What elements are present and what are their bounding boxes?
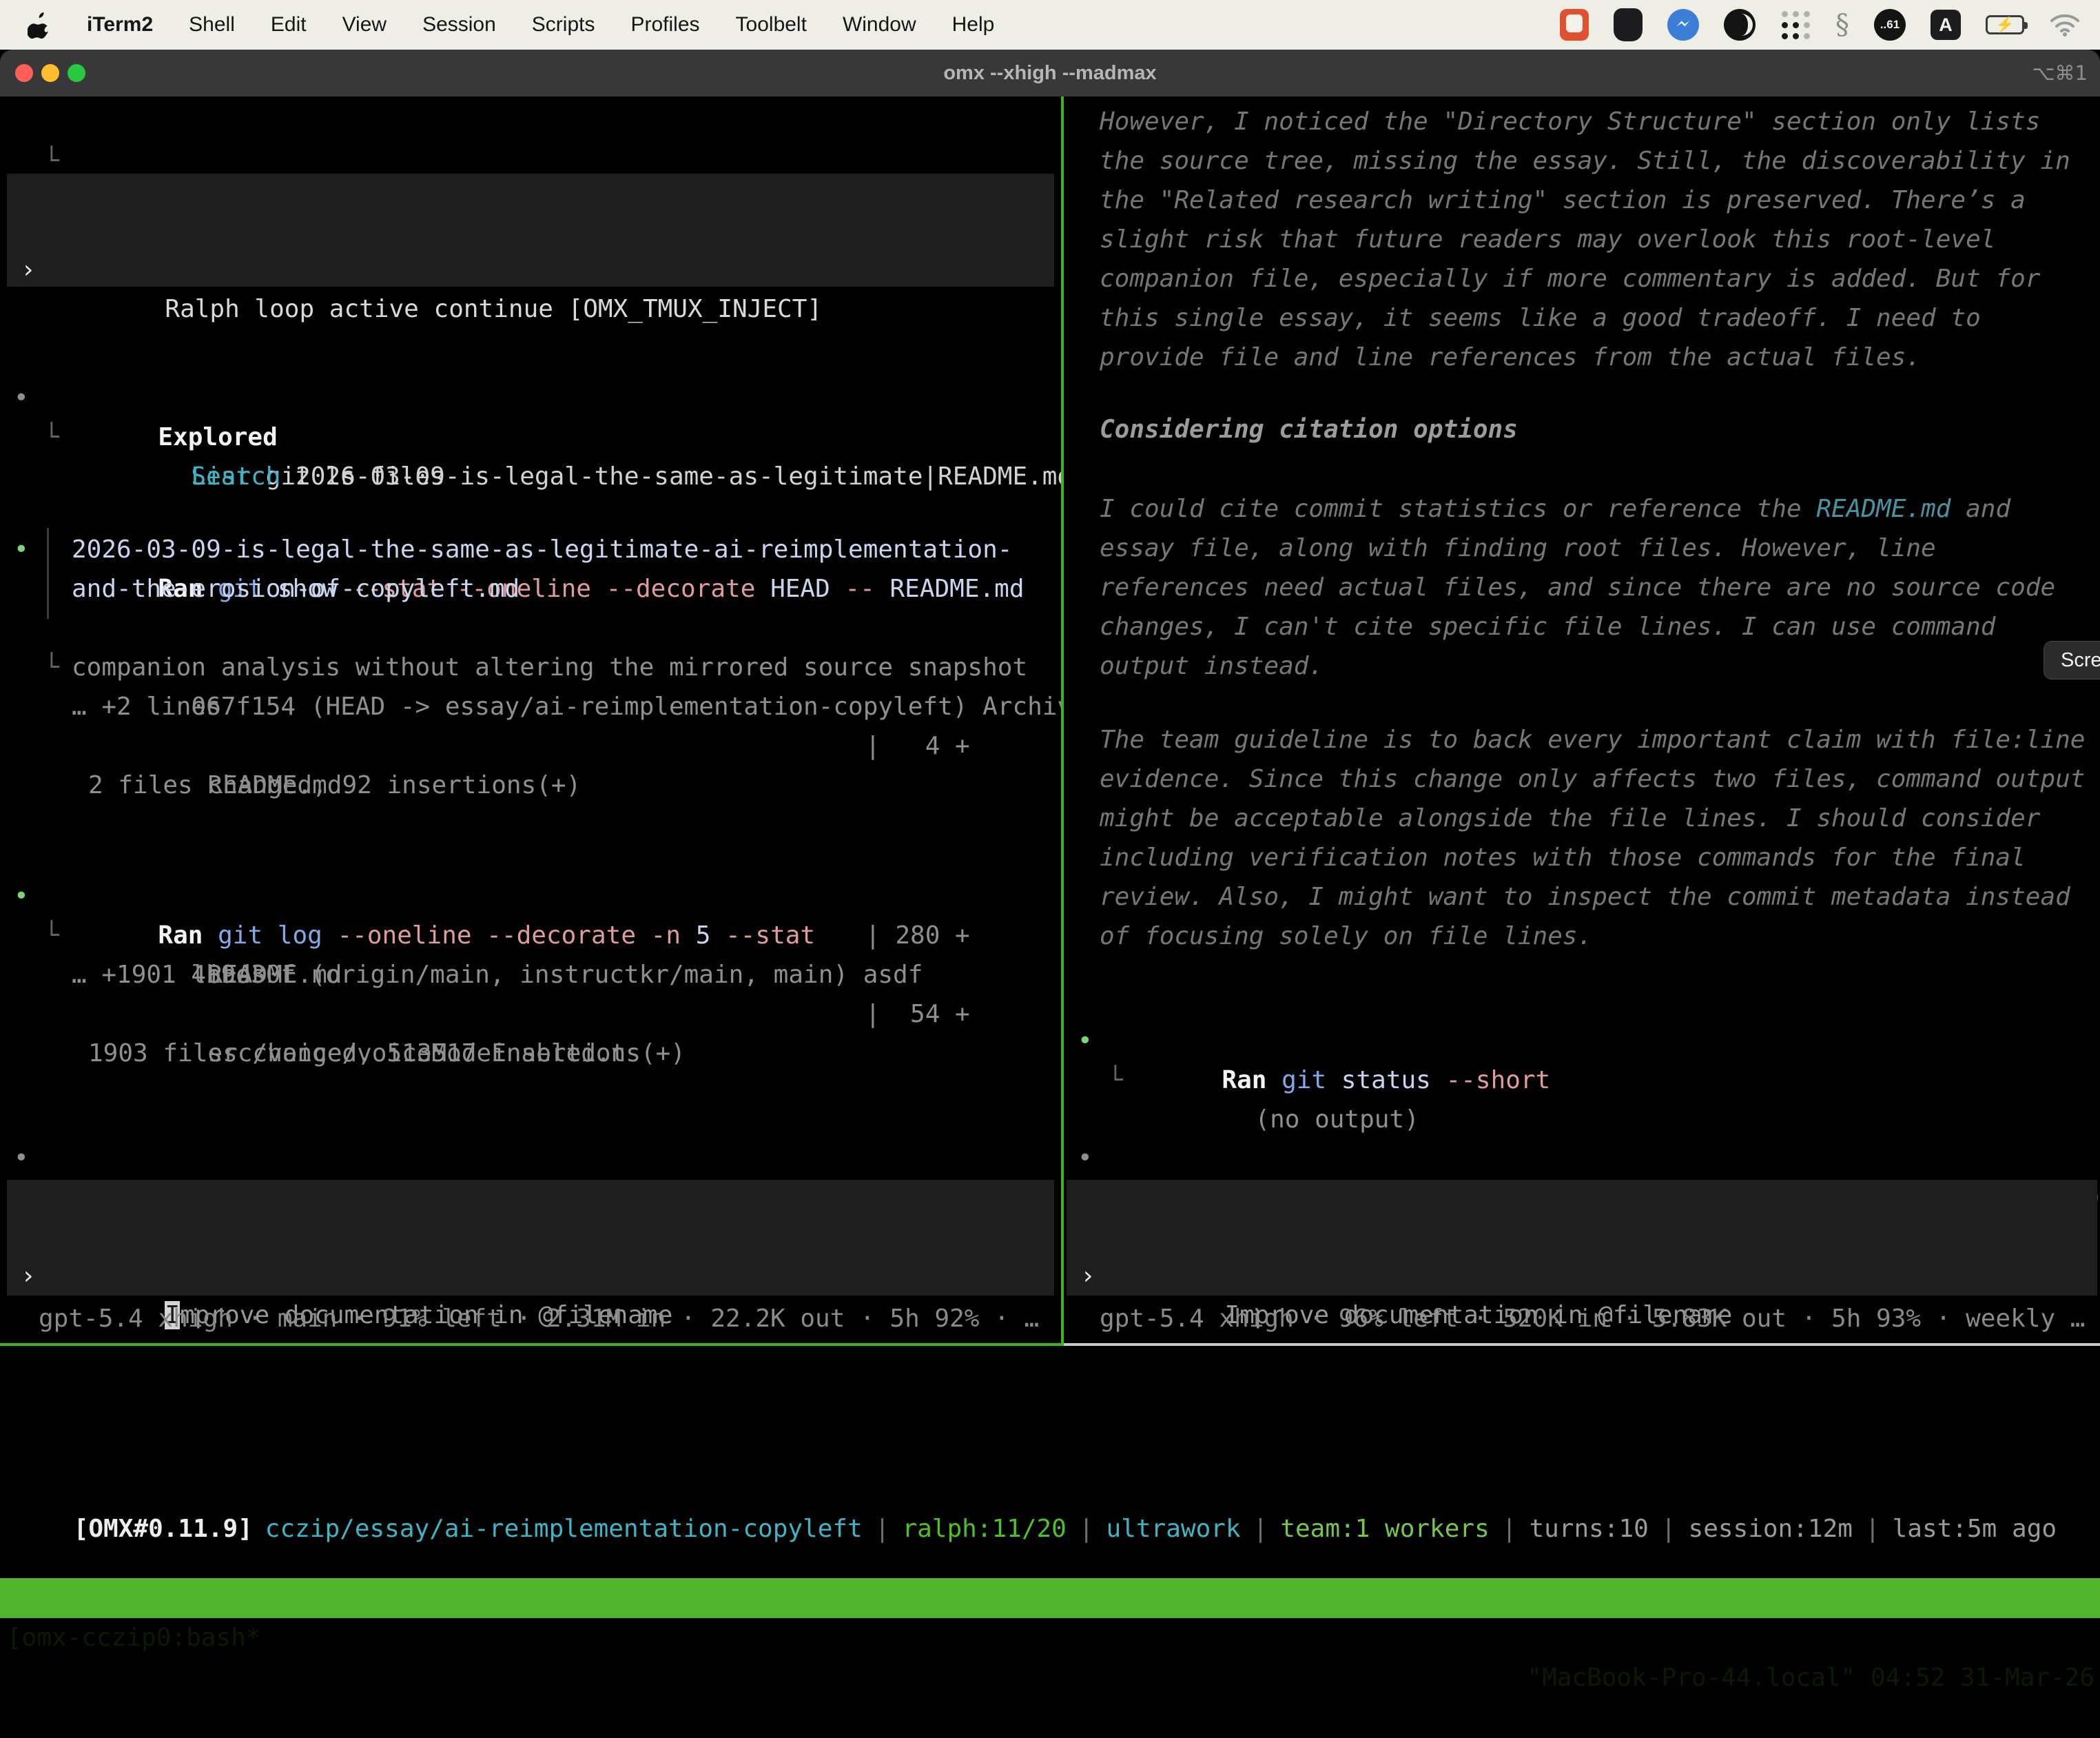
working-status-line: • Working (11m 13s • esc to interrupt) ·… bbox=[0, 1099, 1061, 1138]
tree-branch-glyph: └ bbox=[1108, 1061, 1123, 1100]
menu-item-help[interactable]: Help bbox=[952, 13, 995, 37]
omx-branch: cczip/essay/ai-reimplementation-copyleft bbox=[265, 1515, 863, 1543]
thinking-paragraph-2: I could cite commit statistics or refere… bbox=[1064, 489, 2100, 686]
thinking-heading: Considering citation options bbox=[1064, 410, 2100, 449]
messenger-icon[interactable] bbox=[1667, 9, 1699, 41]
menu-item-shell[interactable]: Shell bbox=[189, 13, 235, 37]
input-source-icon[interactable]: A bbox=[1931, 10, 1961, 40]
window-title: omx --xhigh --madmax bbox=[0, 50, 2100, 96]
prompt-arrow: › bbox=[21, 1256, 36, 1296]
thinking-paragraph-1: However, I noticed the "Directory Struct… bbox=[1064, 102, 2100, 377]
ran-git-log-section: • Ran git log --oneline --decorate -n 5 … bbox=[0, 837, 1061, 1073]
prompt-arrow: › bbox=[21, 250, 36, 289]
ralph-loop-banner: › Ralph loop active continue [OMX_TMUX_I… bbox=[7, 174, 1054, 287]
readme-link[interactable]: README.md bbox=[1816, 495, 1950, 523]
diffstat-row: README.md | 4 + bbox=[0, 726, 1061, 766]
left-terminal-pane[interactable]: └ No agents completed yet › Ralph loop a… bbox=[0, 96, 1061, 1345]
menu-item-iterm2[interactable]: iTerm2 bbox=[87, 13, 153, 37]
moon-circle-icon[interactable] bbox=[1724, 9, 1756, 41]
ran-git-show-section: • Ran git show --stat --oneline --decora… bbox=[0, 491, 1061, 805]
omx-ralph-counter: ralph:11/20 bbox=[902, 1515, 1066, 1543]
thinking-paragraph-3: The team guideline is to back every impo… bbox=[1064, 720, 2100, 956]
menu-item-view[interactable]: View bbox=[342, 13, 387, 37]
menu-bar: iTerm2 Shell Edit View Session Scripts P… bbox=[0, 0, 2100, 50]
menu-item-window[interactable]: Window bbox=[843, 13, 916, 37]
omx-last: last:5m ago bbox=[1893, 1515, 2057, 1543]
tmux-host-clock: "MacBook-Pro-44.local" 04:52 31-Mar-26 bbox=[1527, 1658, 2094, 1698]
terminal-content: └ No agents completed yet › Ralph loop a… bbox=[0, 96, 2100, 1538]
apple-logo-icon[interactable] bbox=[28, 11, 51, 39]
waiting-status-line: • Waiting for background terminal (1m 41… bbox=[1064, 1099, 2100, 1138]
omx-mode: ultrawork bbox=[1106, 1515, 1241, 1543]
model-status-right: gpt-5.4 xhigh · 96% left · 520K in · 5.8… bbox=[1064, 1299, 2100, 1338]
screen-tooltip-overlay: Scre bbox=[2044, 641, 2100, 679]
keypad-shield-icon[interactable] bbox=[1614, 8, 1643, 41]
menu-item-profiles[interactable]: Profiles bbox=[630, 13, 699, 37]
bullet-icon: • bbox=[14, 1138, 29, 1178]
omx-team: team:1 workers bbox=[1280, 1515, 1489, 1543]
window-title-bar: omx --xhigh --madmax ⌥⌘1 bbox=[0, 50, 2100, 96]
squiggle-icon[interactable]: § bbox=[1835, 9, 1849, 41]
prompt-input-left[interactable]: › Improve documentation in @filename bbox=[7, 1180, 1054, 1296]
wifi-icon[interactable] bbox=[2049, 12, 2081, 37]
menu-item-edit[interactable]: Edit bbox=[271, 13, 307, 37]
prompt-input-right[interactable]: › Improve documentation in @filename bbox=[1067, 1180, 2097, 1296]
omx-session: session:12m bbox=[1689, 1515, 1853, 1543]
omx-version: [OMX#0.11.9] bbox=[74, 1515, 265, 1543]
tmux-status-bar: [omx-cczip0:bash* "MacBook-Pro-44.local"… bbox=[0, 1578, 2100, 1618]
dots-grid-icon[interactable] bbox=[1780, 10, 1811, 40]
right-terminal-pane[interactable]: However, I noticed the "Directory Struct… bbox=[1064, 96, 2100, 1345]
tmux-session-name[interactable]: [omx-cczip0:bash* bbox=[7, 1618, 260, 1658]
model-status-left: gpt-5.4 xhigh · main · 91% left · 2.31M … bbox=[0, 1299, 1061, 1338]
omx-turns: turns:10 bbox=[1529, 1515, 1648, 1543]
ran-git-status-section: • Ran git status --short └ (no output) bbox=[1064, 982, 2100, 1061]
omx-status-bar: [OMX#0.11.9]cczip/essay/ai-reimplementat… bbox=[0, 1469, 2100, 1509]
diffstat-row: README.md | 280 + bbox=[0, 916, 1061, 955]
bullet-icon: • bbox=[1078, 1138, 1093, 1178]
gauge-61-icon[interactable]: ..61 bbox=[1874, 9, 1906, 41]
left-pane-bottom-border bbox=[0, 1343, 1064, 1346]
explored-section: • Explored └ List git ls-files Search 20… bbox=[0, 339, 1061, 457]
chat-bubble-icon[interactable] bbox=[1560, 9, 1589, 41]
menu-item-toolbelt[interactable]: Toolbelt bbox=[736, 13, 807, 37]
battery-icon[interactable]: ⚡ bbox=[1986, 15, 2024, 34]
agents-note-line: └ No agents completed yet bbox=[0, 102, 1061, 141]
menu-item-scripts[interactable]: Scripts bbox=[532, 13, 595, 37]
prompt-arrow: › bbox=[1080, 1256, 1095, 1296]
window-shortcut-badge: ⌥⌘1 bbox=[2032, 50, 2088, 96]
menu-item-session[interactable]: Session bbox=[422, 13, 496, 37]
right-pane-bottom-border bbox=[1064, 1343, 2100, 1346]
diffstat-row: src/voice/voiceModeEnabled.ts | 54 + bbox=[0, 994, 1061, 1034]
